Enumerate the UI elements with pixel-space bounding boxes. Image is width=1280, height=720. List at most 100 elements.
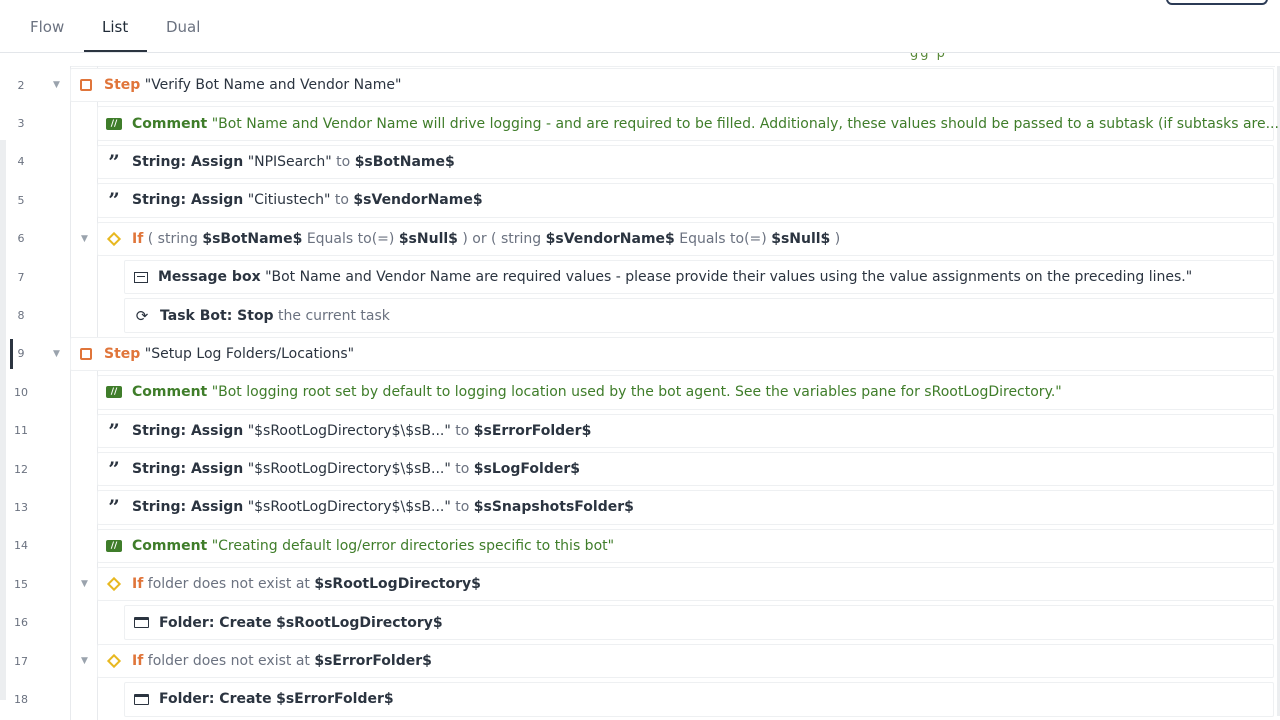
- list-row[interactable]: 18 Folder: Create $sErrorFolder$: [0, 680, 1280, 718]
- assign-value: "Citiustech": [247, 192, 331, 209]
- condition-text: folder does not exist at: [147, 576, 310, 593]
- variable-name: $sBotName$: [354, 153, 455, 170]
- cut-off-row: gg p: [70, 53, 1275, 67]
- list-row[interactable]: 14 // Comment "Creating default log/erro…: [0, 527, 1280, 565]
- line-number: 17: [14, 654, 28, 668]
- line-number: 18: [14, 692, 28, 706]
- comment-keyword: Comment: [132, 115, 208, 132]
- to-label: to: [336, 153, 351, 170]
- variable-name: $sErrorFolder$: [276, 691, 394, 708]
- step-keyword: Step: [104, 77, 141, 94]
- step-title: "Verify Bot Name and Vendor Name": [144, 77, 402, 94]
- step-checkbox-icon[interactable]: [80, 79, 92, 92]
- assign-value: "NPISearch": [247, 153, 332, 170]
- line-number: 9: [17, 347, 25, 361]
- line-number: 3: [17, 117, 25, 131]
- quote-icon: ”: [108, 418, 120, 443]
- list-row[interactable]: 12 ” String: Assign "$sRootLogDirectory$…: [0, 450, 1280, 488]
- action-name: String: Assign: [132, 153, 244, 170]
- collapse-chevron-icon[interactable]: ▼: [81, 565, 88, 603]
- line-number: 11: [14, 424, 28, 438]
- step-checkbox-icon[interactable]: [80, 347, 92, 360]
- cut-off-text: gg p: [910, 53, 947, 61]
- to-label: to: [455, 461, 470, 478]
- assign-value: "$sRootLogDirectory$\$sB...": [247, 499, 451, 516]
- collapse-chevron-icon[interactable]: ▼: [81, 220, 88, 258]
- step-title: "Setup Log Folders/Locations": [144, 345, 355, 362]
- list-row[interactable]: 17 ▼ If folder does not exist at $sError…: [0, 642, 1280, 680]
- variable-name: $sVendorName$: [353, 192, 483, 209]
- action-name: Folder: Create: [159, 691, 272, 708]
- to-label: to: [455, 499, 470, 516]
- stop-icon: ⟳: [135, 306, 149, 325]
- action-name: Folder: Create: [159, 614, 272, 631]
- list-row[interactable]: 15 ▼ If folder does not exist at $sRootL…: [0, 565, 1280, 603]
- action-name: String: Assign: [132, 461, 244, 478]
- assign-value: "$sRootLogDirectory$\$sB...": [247, 461, 451, 478]
- line-number: 10: [14, 385, 28, 399]
- list-row[interactable]: 2 ▼ Step "Verify Bot Name and Vendor Nam…: [0, 66, 1280, 104]
- line-number: 5: [17, 193, 25, 207]
- line-number: 14: [14, 539, 28, 553]
- variable-name: $sErrorFolder$: [314, 653, 432, 670]
- action-detail: the current task: [278, 307, 390, 324]
- list-row[interactable]: 13 ” String: Assign "$sRootLogDirectory$…: [0, 488, 1280, 526]
- diamond-icon: [106, 577, 122, 592]
- tab-flow[interactable]: Flow: [30, 18, 64, 36]
- line-number: 2: [17, 78, 25, 92]
- collapse-chevron-icon[interactable]: ▼: [53, 66, 60, 104]
- list-row[interactable]: 6 ▼ If ( string $sBotName$ Equals to(=) …: [0, 220, 1280, 258]
- message-text: "Bot Name and Vendor Name are required v…: [265, 269, 1193, 286]
- active-tab-indicator: [84, 50, 147, 52]
- action-name: String: Assign: [132, 499, 244, 516]
- list-row[interactable]: 8 ⟳ Task Bot: Stop the current task: [0, 296, 1280, 334]
- list-row[interactable]: 10 // Comment "Bot logging root set by d…: [0, 373, 1280, 411]
- variable-name: $sNull$: [771, 230, 831, 247]
- step-keyword: Step: [104, 345, 141, 362]
- comment-keyword: Comment: [132, 537, 208, 554]
- comment-text: "Bot logging root set by default to logg…: [211, 384, 1062, 401]
- top-tab-bar: Flow List Dual: [0, 0, 1280, 53]
- diamond-icon: [106, 231, 122, 246]
- list-row[interactable]: 9 ▼ Step "Setup Log Folders/Locations": [0, 335, 1280, 373]
- toolbar-button-edge[interactable]: [1166, 0, 1268, 5]
- if-keyword: If: [132, 653, 144, 670]
- quote-icon: ”: [108, 149, 120, 174]
- comment-icon: //: [106, 386, 122, 399]
- variable-name: $sVendorName$: [545, 230, 675, 247]
- list-row[interactable]: 16 Folder: Create $sRootLogDirectory$: [0, 603, 1280, 641]
- list-row[interactable]: 7 Message box "Bot Name and Vendor Name …: [0, 258, 1280, 296]
- variable-name: $sErrorFolder$: [473, 422, 592, 439]
- condition-text: Equals to(=): [306, 230, 395, 247]
- line-number: 6: [17, 232, 25, 246]
- message-box-icon: [134, 271, 148, 283]
- collapse-chevron-icon[interactable]: ▼: [53, 335, 60, 373]
- action-list: 2 ▼ Step "Verify Bot Name and Vendor Nam…: [0, 66, 1280, 719]
- collapse-chevron-icon[interactable]: ▼: [81, 642, 88, 680]
- to-label: to: [334, 192, 349, 209]
- tab-dual[interactable]: Dual: [166, 18, 200, 36]
- condition-text: folder does not exist at: [147, 653, 310, 670]
- condition-text: ) or ( string: [462, 230, 542, 247]
- tab-list[interactable]: List: [102, 18, 128, 36]
- quote-icon: ”: [108, 188, 120, 213]
- line-number: 15: [14, 577, 28, 591]
- line-number: 13: [14, 500, 28, 514]
- action-name: String: Assign: [132, 192, 244, 209]
- variable-name: $sNull$: [398, 230, 458, 247]
- condition-text: ( string: [147, 230, 198, 247]
- list-row[interactable]: 5 ” String: Assign "Citiustech" to $sVen…: [0, 181, 1280, 219]
- list-row[interactable]: 4 ” String: Assign "NPISearch" to $sBotN…: [0, 143, 1280, 181]
- line-number: 4: [17, 155, 25, 169]
- condition-text: ): [834, 230, 841, 247]
- condition-text: Equals to(=): [679, 230, 767, 247]
- line-number: 16: [14, 616, 28, 630]
- if-keyword: If: [132, 576, 144, 593]
- line-number: 7: [17, 270, 25, 284]
- folder-icon: [134, 617, 149, 629]
- line-number: 12: [14, 462, 28, 476]
- list-row[interactable]: 11 ” String: Assign "$sRootLogDirectory$…: [0, 412, 1280, 450]
- variable-name: $sSnapshotsFolder$: [473, 499, 634, 516]
- quote-icon: ”: [108, 495, 120, 520]
- list-row[interactable]: 3 // Comment "Bot Name and Vendor Name w…: [0, 104, 1280, 142]
